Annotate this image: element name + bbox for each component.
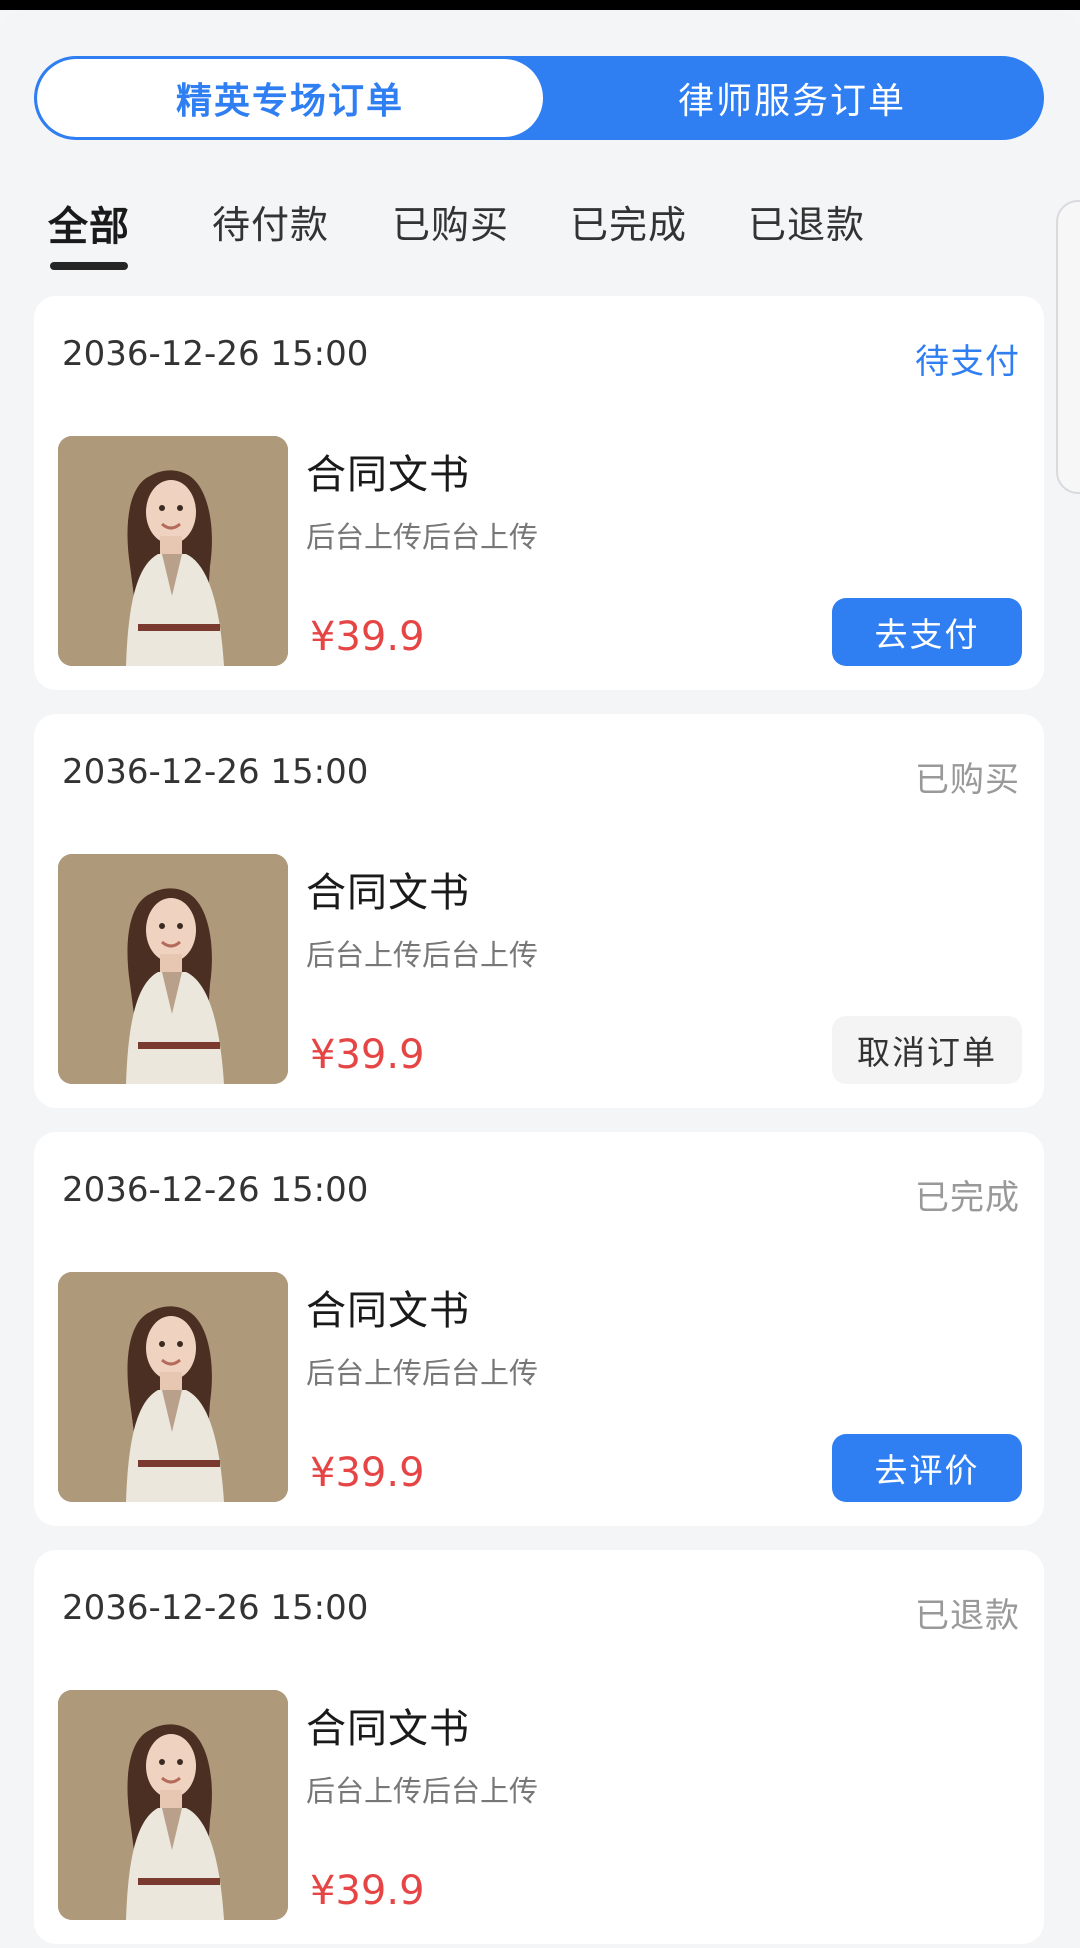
order-card[interactable]: 2036-12-26 15:00 已购买 合同文书 后台上传后台上传 ¥39.9… — [34, 714, 1044, 1108]
edge-panel-handle[interactable] — [1056, 200, 1080, 494]
order-card[interactable]: 2036-12-26 15:00 待支付 合同文书 后台上传后台上传 ¥39.9… — [34, 296, 1044, 690]
order-time: 2036-12-26 15:00 — [62, 752, 369, 792]
product-price: ¥39.9 — [310, 614, 425, 660]
product-image — [58, 436, 288, 666]
cancel-order-button[interactable]: 取消订单 — [832, 1016, 1022, 1084]
order-card[interactable]: 2036-12-26 15:00 已退款 合同文书 后台上传后台上传 ¥39.9 — [34, 1550, 1044, 1944]
product-price: ¥39.9 — [310, 1450, 425, 1496]
order-time: 2036-12-26 15:00 — [62, 1588, 369, 1628]
product-title: 合同文书 — [306, 1288, 470, 1334]
product-description: 后台上传后台上传 — [306, 1774, 539, 1808]
filter-tab-all[interactable]: 全部 — [48, 194, 130, 252]
pay-button[interactable]: 去支付 — [832, 598, 1022, 666]
product-image — [58, 1272, 288, 1502]
tab-lawyer-service-orders[interactable]: 律师服务订单 — [543, 59, 1041, 137]
orders-screen: 精英专场订单 律师服务订单 全部 待付款 已购买 已完成 已退款 2036-12… — [0, 10, 1080, 1948]
product-description: 后台上传后台上传 — [306, 938, 539, 972]
order-status: 已购买 — [915, 760, 1020, 800]
filter-tab-completed[interactable]: 已完成 — [570, 194, 687, 249]
product-description: 后台上传后台上传 — [306, 520, 539, 554]
review-button[interactable]: 去评价 — [832, 1434, 1022, 1502]
product-price: ¥39.9 — [310, 1032, 425, 1078]
filter-tab-pending-payment[interactable]: 待付款 — [212, 194, 329, 249]
product-title: 合同文书 — [306, 452, 470, 498]
tab-elite-orders[interactable]: 精英专场订单 — [37, 59, 543, 137]
order-status: 已完成 — [915, 1178, 1020, 1218]
order-card[interactable]: 2036-12-26 15:00 已完成 合同文书 后台上传后台上传 ¥39.9… — [34, 1132, 1044, 1526]
product-price: ¥39.9 — [310, 1868, 425, 1914]
product-title: 合同文书 — [306, 1706, 470, 1752]
product-image — [58, 1690, 288, 1920]
product-title: 合同文书 — [306, 870, 470, 916]
order-time: 2036-12-26 15:00 — [62, 1170, 369, 1210]
status-bar-strip — [0, 0, 1080, 10]
order-status: 已退款 — [915, 1596, 1020, 1636]
product-image — [58, 854, 288, 1084]
order-status: 待支付 — [915, 342, 1020, 382]
order-time: 2036-12-26 15:00 — [62, 334, 369, 374]
filter-tab-refunded[interactable]: 已退款 — [748, 194, 865, 249]
order-type-switch: 精英专场订单 律师服务订单 — [34, 56, 1044, 140]
active-tab-indicator — [50, 262, 128, 270]
filter-tab-purchased[interactable]: 已购买 — [392, 194, 509, 249]
product-description: 后台上传后台上传 — [306, 1356, 539, 1390]
